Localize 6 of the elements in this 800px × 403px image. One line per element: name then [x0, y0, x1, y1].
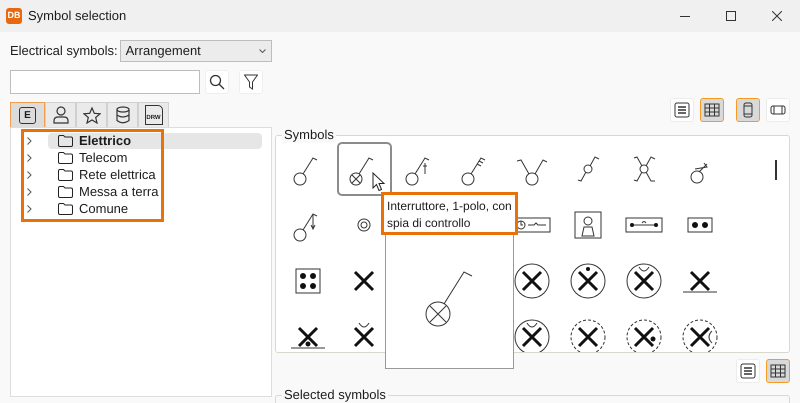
window-title: Symbol selection: [28, 7, 126, 26]
field-label: Electrical symbols:: [10, 42, 118, 60]
group-title: Selected symbols: [282, 387, 388, 403]
group-title: Symbols: [282, 127, 336, 143]
app-logo: DB: [6, 8, 22, 24]
tooltip-text: Interruttore, 1-polo, con spia di controllo: [387, 198, 512, 232]
